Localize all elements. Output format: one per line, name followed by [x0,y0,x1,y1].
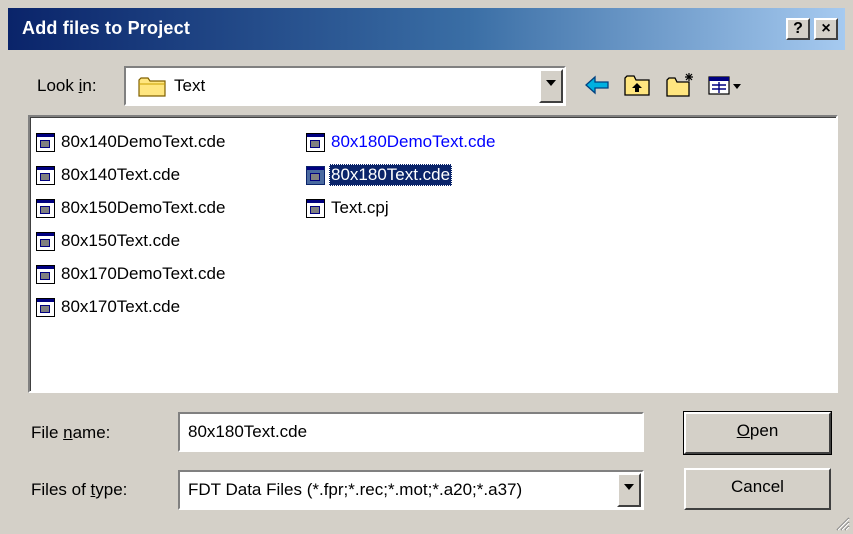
file-icon [36,264,55,284]
file-type-dropdown[interactable]: FDT Data Files (*.fpr;*.rec;*.mot;*.a20;… [178,470,644,510]
look-in-dropdown-arrow[interactable] [539,69,563,103]
file-name: 80x180Text.cde [329,164,453,186]
back-arrow-icon[interactable] [582,71,612,99]
file-name: 80x140DemoText.cde [61,132,226,151]
file-name-label-rest: ame: [72,423,111,442]
file-icon [306,132,325,152]
resize-grip-icon[interactable] [834,515,850,531]
file-name: 80x150DemoText.cde [61,198,226,217]
file-icon [306,165,325,185]
file-type-dropdown-arrow[interactable] [617,473,641,507]
title-bar[interactable]: Add files to Project ? × [8,8,845,50]
cancel-button[interactable]: Cancel [684,468,831,510]
file-name-label-accel: n [63,423,73,442]
file-item[interactable]: 80x180DemoText.cde [306,129,497,155]
file-name: 80x170Text.cde [61,297,181,316]
file-name: 80x180DemoText.cde [331,132,496,151]
open-button[interactable]: Open [683,411,832,455]
close-button[interactable]: × [814,18,838,40]
file-icon [36,132,55,152]
file-icon [36,165,55,185]
file-name: 80x140Text.cde [61,165,181,184]
file-item[interactable]: Text.cpj [306,195,391,221]
add-files-dialog: Add files to Project ? × Look in: Text 8… [0,0,853,534]
project-file-icon [306,198,325,218]
file-type-label-part: Files of [31,480,91,499]
file-icon [36,198,55,218]
help-button[interactable]: ? [786,18,810,40]
file-name-value: 80x180Text.cde [188,422,308,441]
look-in-dropdown[interactable]: Text [124,66,566,106]
look-in-label-rest: n: [82,76,97,95]
file-type-label-rest: ype: [95,480,128,499]
file-icon [36,231,55,251]
file-item[interactable]: 80x150DemoText.cde [36,195,227,221]
new-folder-icon[interactable] [665,71,695,99]
file-item[interactable]: 80x140DemoText.cde [36,129,227,155]
folder-icon [138,77,166,97]
file-item-selected[interactable]: 80x180Text.cde [306,162,453,188]
window-title: Add files to Project [22,18,191,38]
file-type-label: Files of type: [31,480,127,500]
open-button-label: pen [749,421,779,440]
file-item[interactable]: 80x140Text.cde [36,162,182,188]
file-list[interactable]: 80x140DemoText.cde 80x140Text.cde 80x150… [28,115,838,393]
file-item[interactable]: 80x170Text.cde [36,294,182,320]
file-name: Text.cpj [331,198,389,217]
look-in-label: Look in: [37,76,97,96]
file-name-label-part: File [31,423,64,442]
open-button-accel: O [736,421,750,440]
file-name: 80x150Text.cde [61,231,181,250]
up-folder-icon[interactable] [622,71,652,99]
file-item[interactable]: 80x170DemoText.cde [36,261,227,287]
file-item[interactable]: 80x150Text.cde [36,228,182,254]
view-menu-icon[interactable] [706,71,746,99]
file-name-label: File name: [31,423,110,443]
file-type-value: FDT Data Files (*.fpr;*.rec;*.mot;*.a20;… [188,480,523,499]
file-icon [36,297,55,317]
file-name: 80x170DemoText.cde [61,264,226,283]
look-in-label-part: Look [37,76,79,95]
look-in-value: Text [174,76,206,95]
file-name-input[interactable]: 80x180Text.cde [178,412,644,452]
